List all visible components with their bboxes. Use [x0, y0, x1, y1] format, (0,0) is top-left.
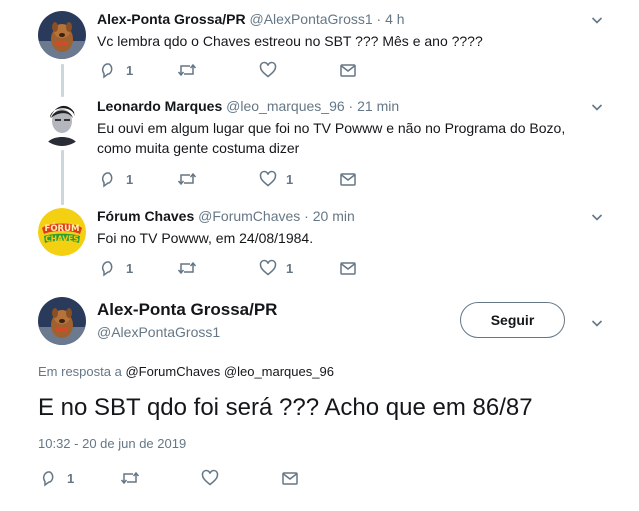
reply-action[interactable]: 1: [99, 169, 133, 189]
message-action[interactable]: [339, 60, 357, 80]
reply-count: 1: [126, 171, 134, 187]
retweet-action[interactable]: [177, 258, 197, 278]
retweet-icon: [177, 259, 197, 277]
message-action[interactable]: [281, 468, 299, 488]
reply-to-mentions[interactable]: @ForumChaves @leo_marques_96: [125, 364, 334, 379]
follow-button[interactable]: Seguir: [460, 302, 565, 338]
tweet-text: Eu ouvi em algum lugar que foi no TV Pow…: [97, 118, 617, 158]
reply-icon: [40, 469, 58, 487]
chevron-down-icon[interactable]: [591, 100, 603, 112]
separator: ·: [304, 208, 309, 224]
handle[interactable]: @AlexPontaGross1: [97, 324, 220, 340]
tweet-actions: 1 1: [97, 258, 397, 278]
avatar[interactable]: [38, 11, 86, 59]
handle[interactable]: @AlexPontaGross1: [250, 11, 373, 27]
heart-icon: [259, 259, 277, 277]
envelope-icon: [339, 61, 357, 79]
reply-count: 1: [126, 62, 134, 78]
avatar[interactable]: [38, 297, 86, 345]
tweet-text: Vc lembra qdo o Chaves estreou no SBT ??…: [97, 33, 483, 49]
timestamp[interactable]: 21 min: [357, 98, 399, 114]
heart-icon: [259, 61, 277, 79]
handle[interactable]: @ForumChaves: [198, 208, 300, 224]
display-name[interactable]: Alex-Ponta Grossa/PR: [97, 300, 277, 320]
tweet-actions: 1 1: [97, 169, 397, 189]
display-name[interactable]: Alex-Ponta Grossa/PR: [97, 11, 246, 27]
display-name[interactable]: Leonardo Marques: [97, 98, 222, 114]
retweet-icon: [177, 61, 197, 79]
reply-action[interactable]: 1: [99, 258, 133, 278]
display-name[interactable]: Fórum Chaves: [97, 208, 194, 224]
reply-count: 1: [67, 470, 75, 486]
retweet-icon: [177, 170, 197, 188]
heart-icon: [201, 469, 219, 487]
thread-line: [61, 150, 64, 205]
avatar[interactable]: FÓRUM CHAVES: [38, 208, 86, 256]
message-action[interactable]: [339, 258, 357, 278]
tweet-reply-3[interactable]: FÓRUM CHAVES Fórum Chaves @ForumChaves ·…: [0, 205, 639, 290]
tweet-timestamp[interactable]: 10:32 - 20 de jun de 2019: [38, 436, 186, 451]
retweet-icon: [120, 469, 140, 487]
thread-line: [61, 64, 64, 97]
envelope-icon: [339, 170, 357, 188]
reply-count: 1: [126, 260, 134, 276]
reply-context: Em resposta a @ForumChaves @leo_marques_…: [38, 364, 334, 379]
separator: ·: [376, 11, 382, 27]
avatar-logo-bottom: CHAVES: [45, 235, 78, 244]
handle[interactable]: @leo_marques_96: [226, 98, 345, 114]
tweet-text-line: Eu ouvi em algum lugar que foi no TV Pow…: [97, 120, 566, 136]
like-action[interactable]: 1: [259, 169, 293, 189]
retweet-action[interactable]: [177, 169, 197, 189]
avatar[interactable]: [38, 98, 86, 146]
main-tweet-actions: 1: [38, 468, 338, 488]
like-action[interactable]: [201, 468, 219, 488]
tweet-header: Alex-Ponta Grossa/PR @AlexPontaGross1 · …: [97, 11, 405, 27]
separator: ·: [348, 98, 354, 114]
timestamp[interactable]: 4 h: [385, 11, 404, 27]
retweet-action[interactable]: [120, 468, 140, 488]
tweet-reply-1[interactable]: Alex-Ponta Grossa/PR @AlexPontaGross1 · …: [0, 0, 639, 97]
reply-action[interactable]: 1: [40, 468, 74, 488]
avatar-logo-top: FÓRUM: [45, 222, 80, 234]
reply-action[interactable]: 1: [99, 60, 133, 80]
retweet-action[interactable]: [177, 60, 197, 80]
like-count: 1: [286, 260, 294, 276]
chevron-down-icon[interactable]: [591, 13, 603, 25]
message-action[interactable]: [339, 169, 357, 189]
tweet-actions: 1: [97, 60, 397, 80]
tweet-text-line: como muita gente costuma dizer: [97, 140, 300, 156]
tweet-text: Foi no TV Powww, em 24/08/1984.: [97, 230, 314, 246]
reply-prefix: Em resposta a: [38, 364, 122, 379]
heart-icon: [259, 170, 277, 188]
reply-icon: [99, 259, 117, 277]
like-action[interactable]: 1: [259, 258, 293, 278]
like-action[interactable]: [259, 60, 286, 80]
reply-icon: [99, 61, 117, 79]
tweet-header: Fórum Chaves @ForumChaves · 20 min: [97, 208, 355, 224]
like-count: 1: [286, 171, 294, 187]
tweet-header: Leonardo Marques @leo_marques_96 · 21 mi…: [97, 98, 399, 114]
chevron-down-icon[interactable]: [591, 316, 603, 328]
envelope-icon: [339, 259, 357, 277]
main-tweet-text: E no SBT qdo foi será ??? Acho que em 86…: [38, 394, 533, 421]
reply-icon: [99, 170, 117, 188]
tweet-reply-2[interactable]: Leonardo Marques @leo_marques_96 · 21 mi…: [0, 95, 639, 205]
timestamp[interactable]: 20 min: [313, 208, 355, 224]
envelope-icon: [281, 469, 299, 487]
chevron-down-icon[interactable]: [591, 210, 603, 222]
